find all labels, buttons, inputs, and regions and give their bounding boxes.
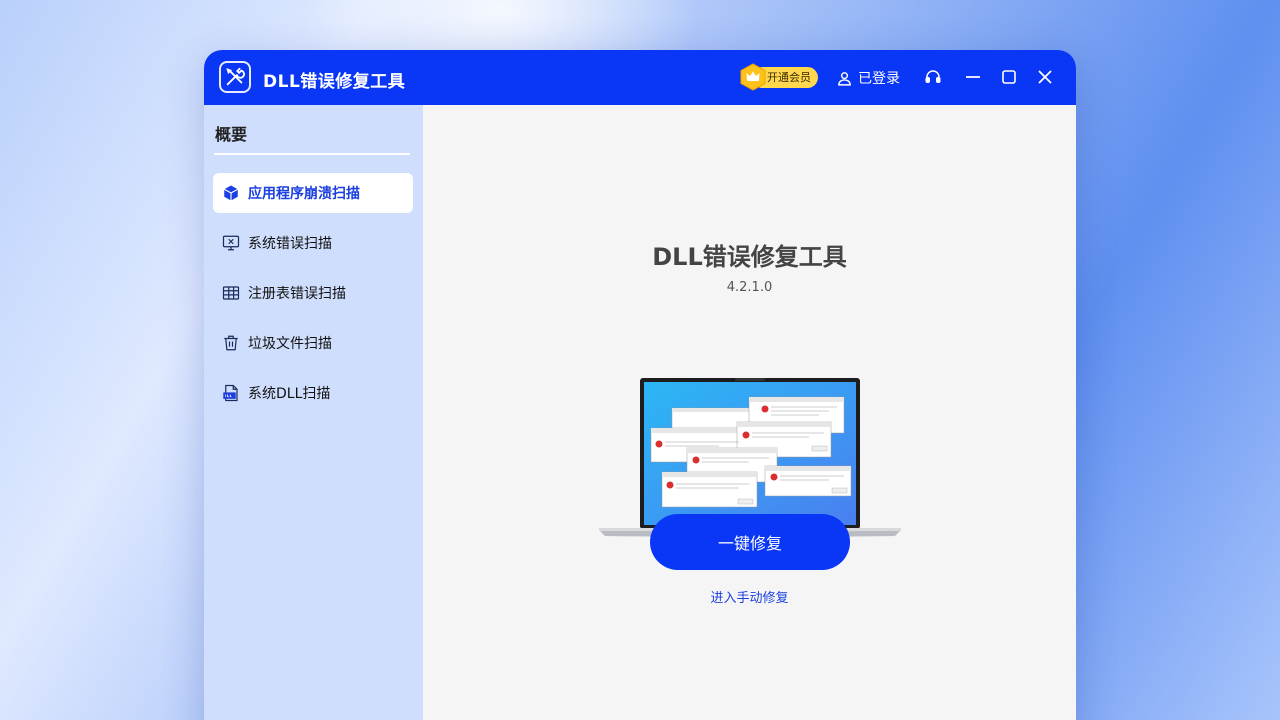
sidebar-divider [214, 153, 410, 155]
sidebar-item-junk-file-scan[interactable]: 垃圾文件扫描 [213, 323, 413, 363]
sidebar-item-system-error-scan[interactable]: 系统错误扫描 [213, 223, 413, 263]
maximize-icon[interactable] [998, 66, 1020, 88]
monitor-error-icon [222, 235, 240, 251]
app-title: DLL错误修复工具 [263, 72, 406, 92]
dll-file-icon [223, 384, 238, 402]
sidebar-item-label: 应用程序崩溃扫描 [248, 186, 360, 202]
sidebar: 概要 应用程序崩溃扫描 系统错误扫描 注册表错误扫描 垃圾文件扫描 系统DLL扫… [204, 105, 423, 720]
crown-icon [740, 63, 766, 91]
sidebar-item-label: 系统错误扫描 [248, 236, 332, 252]
sidebar-item-label: 垃圾文件扫描 [248, 336, 332, 352]
tools-logo-icon [219, 61, 251, 93]
close-icon[interactable] [1034, 66, 1056, 88]
sidebar-item-label: 系统DLL扫描 [248, 386, 331, 402]
cube-icon [223, 185, 239, 201]
headset-icon[interactable] [922, 66, 944, 88]
version-number: 4.2.1.0 [726, 280, 773, 295]
trash-icon [224, 335, 238, 351]
minimize-icon[interactable] [962, 66, 984, 88]
sidebar-title: 概要 [215, 125, 248, 144]
main-panel: DLL错误修复工具 4.2.1.0 一键修复 进入手动修复 [423, 105, 1076, 720]
main-title: DLL错误修复工具 [652, 243, 847, 271]
sidebar-item-system-dll-scan[interactable]: 系统DLL扫描 [213, 373, 413, 413]
login-button[interactable]: 已登录 [836, 67, 900, 89]
sidebar-item-label: 注册表错误扫描 [248, 286, 346, 302]
titlebar: DLL错误修复工具 开通会员 已登录 [204, 50, 1076, 105]
login-label: 已登录 [858, 71, 900, 87]
sidebar-item-registry-error-scan[interactable]: 注册表错误扫描 [213, 273, 413, 313]
table-icon [222, 286, 240, 300]
one-click-fix-button[interactable]: 一键修复 [650, 514, 850, 570]
app-window: DLL错误修复工具 开通会员 已登录 概要 应用程序崩溃扫描 系统错误扫描 注册… [204, 50, 1076, 720]
user-icon [838, 71, 851, 86]
sidebar-item-app-crash-scan[interactable]: 应用程序崩溃扫描 [213, 173, 413, 213]
manual-fix-link[interactable]: 进入手动修复 [423, 587, 1076, 606]
vip-button[interactable]: 开通会员 [740, 63, 818, 91]
laptop-error-illustration [599, 378, 901, 537]
